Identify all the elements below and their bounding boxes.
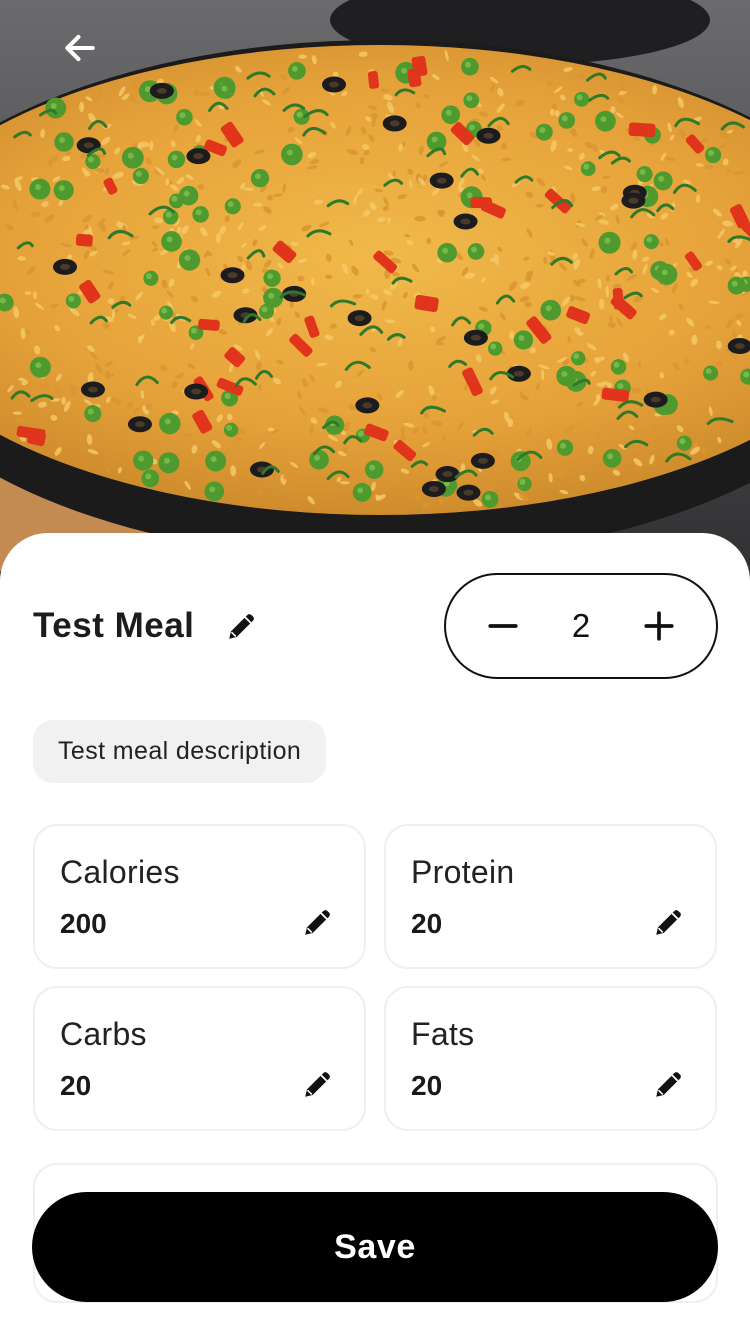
back-button[interactable] [44, 16, 116, 80]
nutrition-card-protein: Protein 20 [384, 824, 717, 969]
nutrition-value: 20 [411, 908, 443, 939]
nutrition-card-fats: Fats 20 [384, 986, 717, 1131]
nutrition-label: Fats [411, 1016, 475, 1052]
plus-icon [644, 611, 674, 641]
increment-button[interactable] [630, 597, 688, 655]
meal-detail-sheet: Test Meal 2 Test meal description Calori… [0, 533, 750, 1334]
edit-carbs-button[interactable] [300, 1066, 336, 1102]
nutrition-label: Carbs [60, 1016, 147, 1052]
decrement-button[interactable] [474, 597, 532, 655]
nutrition-card-calories: Calories 200 [33, 824, 366, 969]
meal-title: Test Meal [33, 606, 195, 645]
nutrition-value: 20 [411, 1070, 443, 1101]
meal-photo [0, 0, 750, 600]
edit-title-button[interactable] [224, 608, 260, 644]
edit-calories-button[interactable] [300, 904, 336, 940]
nutrition-value: 20 [60, 1070, 92, 1101]
edit-fats-button[interactable] [651, 1066, 687, 1102]
minus-icon [488, 624, 518, 628]
arrow-left-icon [65, 34, 95, 62]
edit-protein-button[interactable] [651, 904, 687, 940]
nutrition-label: Calories [60, 854, 180, 890]
pencil-icon [656, 910, 681, 935]
pencil-icon [656, 1072, 681, 1097]
meal-description-chip[interactable]: Test meal description [33, 720, 327, 783]
servings-value: 2 [571, 607, 591, 644]
nutrition-label: Protein [411, 854, 515, 890]
nutrition-card-carbs: Carbs 20 [33, 986, 366, 1131]
meal-title-row: Test Meal [33, 573, 260, 679]
pencil-icon [305, 910, 330, 935]
rice-pan-illustration [0, 0, 750, 600]
save-button[interactable]: Save [32, 1192, 718, 1302]
servings-stepper: 2 [444, 573, 718, 679]
nutrition-value: 200 [60, 908, 107, 939]
pencil-icon [305, 1072, 330, 1097]
pencil-icon [229, 614, 255, 639]
